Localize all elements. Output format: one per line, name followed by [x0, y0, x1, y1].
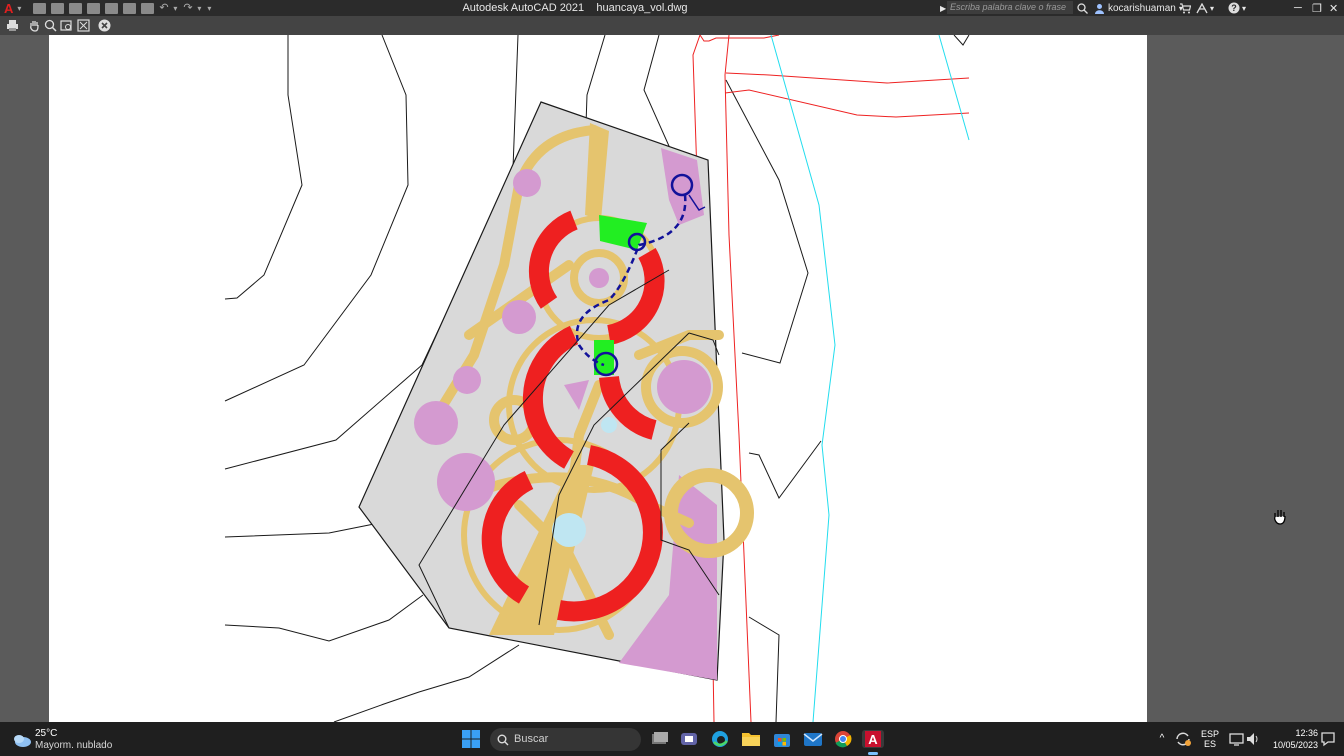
- save-icon[interactable]: [69, 2, 83, 14]
- clock-date: 10/05/2023: [1272, 740, 1318, 750]
- close-preview-icon[interactable]: [98, 19, 111, 32]
- print-icon[interactable]: [6, 19, 19, 32]
- site-plan-drawing: [224, 34, 970, 723]
- undo-icon[interactable]: ↶: [159, 2, 169, 14]
- edge-icon[interactable]: [710, 730, 730, 748]
- chrome-icon[interactable]: [833, 730, 853, 748]
- undo-dropdown-icon[interactable]: ▾: [173, 3, 179, 14]
- open-file-icon[interactable]: [51, 2, 65, 14]
- pan-icon[interactable]: [28, 19, 41, 32]
- zoom-window-icon[interactable]: [60, 19, 73, 32]
- start-icon[interactable]: [461, 730, 481, 748]
- help-icon[interactable]: ? ▾: [1228, 0, 1246, 16]
- search-input[interactable]: Escriba palabra clave o frase: [947, 1, 1073, 14]
- cloud-icon: [14, 735, 31, 747]
- river-lines: [770, 34, 970, 723]
- volume-icon[interactable]: [1244, 730, 1264, 748]
- autodesk-app-icon[interactable]: ▾: [1196, 0, 1214, 16]
- show-hidden-icons[interactable]: ^: [1152, 730, 1172, 748]
- zoom-extents-icon[interactable]: [77, 19, 90, 32]
- new-file-icon[interactable]: [33, 2, 47, 14]
- zoom-icon[interactable]: [44, 19, 57, 32]
- autocad-logo[interactable]: A: [4, 1, 13, 16]
- svg-text:?: ?: [1231, 3, 1237, 13]
- save-as-icon[interactable]: [87, 2, 101, 14]
- taskbar-search-label: Buscar: [514, 733, 549, 745]
- pan-cursor-icon: [1272, 508, 1288, 530]
- search-icon[interactable]: [1077, 0, 1088, 16]
- plot-icon[interactable]: [141, 2, 155, 14]
- expand-search-icon[interactable]: ▶: [940, 0, 946, 16]
- user-icon: [1095, 3, 1104, 14]
- active-app-indicator: [868, 752, 878, 755]
- svg-text:A: A: [868, 732, 878, 747]
- redo-dropdown-icon[interactable]: ▾: [197, 3, 203, 14]
- weather-desc: Mayorm. nublado: [35, 740, 113, 751]
- mail-icon[interactable]: [803, 730, 823, 748]
- task-view-icon[interactable]: [649, 730, 669, 748]
- paper-sheet: [49, 34, 1147, 723]
- search-icon: [497, 734, 509, 746]
- clock-time: 12:36: [1295, 728, 1318, 738]
- taskbar-search[interactable]: Buscar: [490, 728, 641, 751]
- windows-taskbar: 25°C Mayorm. nublado Buscar A ^ ESP ES 1…: [0, 722, 1344, 756]
- store-icon[interactable]: [772, 730, 792, 748]
- user-account[interactable]: kocarishuaman ▾: [1094, 0, 1183, 16]
- weather-widget[interactable]: 25°C Mayorm. nublado: [12, 728, 122, 752]
- teams-icon[interactable]: [679, 730, 699, 748]
- customize-qat-icon[interactable]: ▾: [207, 3, 213, 14]
- maximize-button[interactable]: ❐: [1312, 0, 1322, 16]
- language-code: ESP: [1200, 729, 1219, 739]
- user-name: kocarishuaman: [1108, 2, 1176, 14]
- weather-temp: 25°C: [35, 728, 58, 739]
- notifications-icon[interactable]: [1320, 730, 1336, 748]
- autocad-taskbar-icon[interactable]: A: [862, 730, 884, 755]
- title-bar: A ▾ ↶ ▾ ↷ ▾ ▾ Autodesk AutoCAD 2021 huan…: [0, 0, 1344, 16]
- clock[interactable]: 12:36 10/05/2023: [1264, 728, 1318, 750]
- close-button[interactable]: ✕: [1329, 0, 1338, 16]
- file-explorer-icon[interactable]: [741, 730, 761, 748]
- app-menu-chevron-icon[interactable]: ▾: [17, 3, 23, 14]
- preview-toolbar: [0, 16, 1344, 35]
- redo-icon[interactable]: ↷: [183, 2, 193, 14]
- open-web-icon[interactable]: [105, 2, 119, 14]
- save-web-icon[interactable]: [123, 2, 137, 14]
- drawing-canvas[interactable]: [0, 34, 1344, 723]
- quick-access-toolbar: A ▾ ↶ ▾ ↷ ▾ ▾: [4, 0, 217, 16]
- language-indicator[interactable]: ESP ES: [1198, 729, 1222, 749]
- sync-icon[interactable]: [1173, 730, 1193, 748]
- minimize-button[interactable]: ─: [1294, 0, 1302, 16]
- cart-icon[interactable]: [1180, 0, 1191, 16]
- keyboard-layout: ES: [1203, 739, 1216, 749]
